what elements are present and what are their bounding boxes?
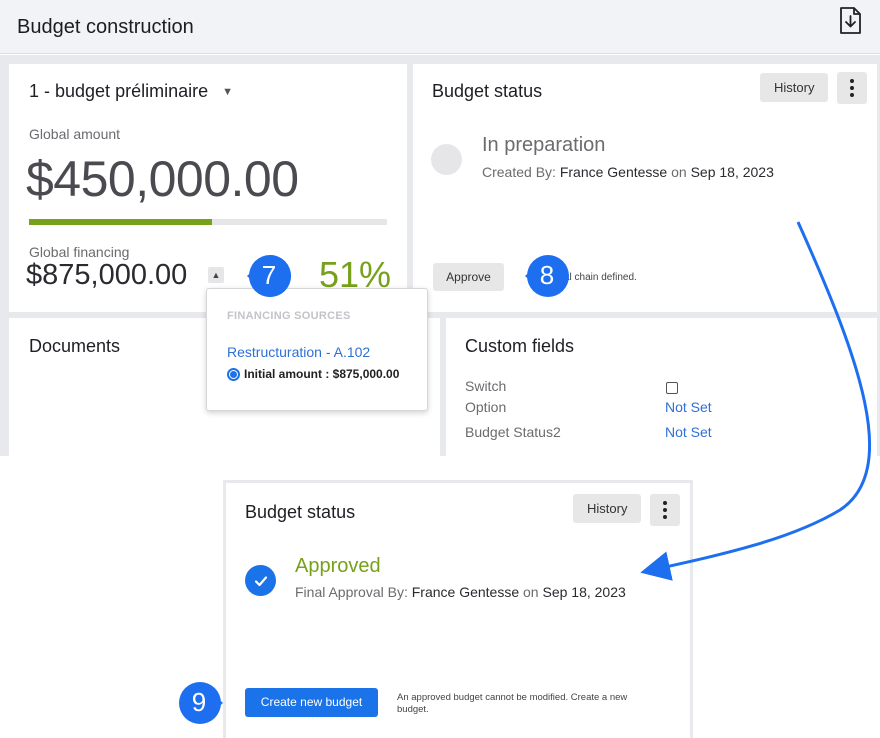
chevron-up-icon[interactable]: ▲ <box>208 267 224 283</box>
chevron-down-icon: ▼ <box>222 85 233 98</box>
custom-fields-title: Custom fields <box>465 336 575 356</box>
approval-date: Sep 18, 2023 <box>542 584 626 600</box>
financing-source-link[interactable]: Restructuration - A.102 <box>227 344 370 360</box>
callout-number: 7 <box>261 260 277 290</box>
callout-marker-8: 8 <box>525 253 571 299</box>
approved-budget-note: An approved budget cannot be modified. C… <box>397 692 628 715</box>
history-button[interactable]: History <box>760 73 829 102</box>
page-header: Budget construction <box>0 0 880 54</box>
callout-marker-9: 9 <box>177 680 223 726</box>
global-financing-value: $875,000.00 <box>26 259 188 291</box>
created-date: Sep 18, 2023 <box>690 164 774 180</box>
created-by-prefix: Created By: <box>482 164 556 180</box>
initial-amount-option[interactable]: Initial amount : $875,000.00 <box>227 367 399 381</box>
global-financing-label: Global financing <box>29 244 130 260</box>
approved-by-name: France Gentesse <box>411 584 520 600</box>
approval-on-word: on <box>523 584 539 600</box>
approved-budget-status-card: Budget status History Approved Final App… <box>223 480 693 738</box>
page-title: Budget construction <box>17 16 194 38</box>
download-file-icon[interactable] <box>839 7 862 34</box>
created-by-name: France Gentesse <box>559 164 668 180</box>
more-options-icon[interactable] <box>650 494 680 526</box>
created-by-line: Created By: France Gentesse on Sep 18, 2… <box>482 164 774 180</box>
custom-field-label: Budget Status2 <box>465 424 561 440</box>
approval-prefix: Final Approval By: <box>295 584 408 600</box>
callout-number: 9 <box>191 687 207 717</box>
callout-number: 8 <box>539 260 555 290</box>
history-button[interactable]: History <box>573 494 642 523</box>
financing-progress-fill <box>29 219 212 225</box>
budget-status-title: Budget status <box>432 81 543 101</box>
custom-field-label: Option <box>465 399 507 415</box>
more-options-icon[interactable] <box>837 72 867 104</box>
custom-field-label: Switch <box>465 378 507 394</box>
budget-summary-card: 1 - budget préliminaire ▼ Global amount … <box>9 64 407 312</box>
created-on-word: on <box>671 164 687 180</box>
radio-selected-icon[interactable] <box>227 367 240 381</box>
pending-status-icon <box>431 144 462 175</box>
documents-title: Documents <box>29 336 121 356</box>
approval-chain-note: al chain defined. <box>564 272 637 283</box>
callout-marker-7: 7 <box>247 253 293 299</box>
custom-fields-card: Custom fields Switch Option Not Set Budg… <box>446 318 877 456</box>
option-value-link[interactable]: Not Set <box>665 399 712 415</box>
final-approval-line: Final Approval By: France Gentesse on Se… <box>295 584 626 600</box>
budget-version-label: 1 - budget préliminaire <box>29 81 209 101</box>
global-amount-value: $450,000.00 <box>26 151 299 207</box>
approve-button[interactable]: Approve <box>433 263 504 291</box>
financing-sources-popover: FINANCING SOURCES Restructuration - A.10… <box>206 288 428 411</box>
budget-status-card: Budget status History In preparation Cre… <box>413 64 877 312</box>
create-new-budget-button[interactable]: Create new budget <box>245 688 378 717</box>
initial-amount-label: Initial amount : $875,000.00 <box>244 367 400 381</box>
approved-check-icon <box>245 565 276 596</box>
financing-sources-heading: FINANCING SOURCES <box>227 310 351 322</box>
budget-version-select[interactable]: 1 - budget préliminaire ▼ <box>29 81 233 102</box>
status-state: In preparation <box>482 134 606 156</box>
budget-status-title: Budget status <box>245 502 356 522</box>
budget-status2-value-link[interactable]: Not Set <box>665 424 712 440</box>
global-amount-label: Global amount <box>29 126 121 142</box>
status-state: Approved <box>295 555 381 577</box>
financing-progress-bar <box>29 219 387 225</box>
switch-checkbox[interactable] <box>666 382 678 394</box>
